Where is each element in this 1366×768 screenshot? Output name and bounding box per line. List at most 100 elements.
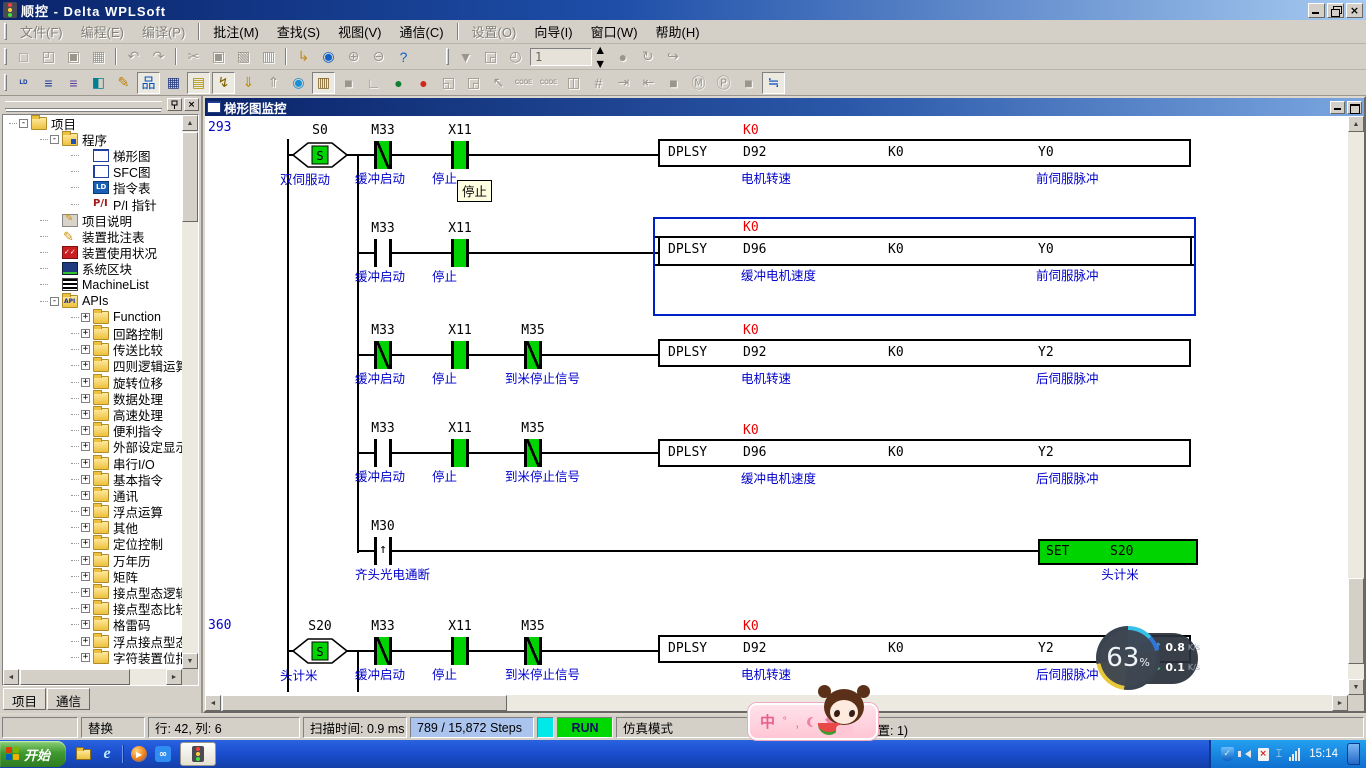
ladder-mode-icon[interactable]: ≡	[37, 72, 60, 94]
stop-monitor-icon[interactable]: ●	[412, 72, 435, 94]
tree-item[interactable]: +其他	[3, 520, 182, 536]
tree-item[interactable]: +定位控制	[3, 536, 182, 552]
help-icon[interactable]: ?	[392, 46, 415, 68]
panel-tab-项目[interactable]: 项目	[3, 688, 46, 710]
menu-program[interactable]: 编程(E)	[72, 19, 133, 44]
tree-item[interactable]: -项目	[3, 115, 182, 131]
edit-corner-icon[interactable]: ∟	[362, 72, 385, 94]
tree-expander-icon[interactable]: +	[81, 442, 90, 451]
scroll-right-icon[interactable]: ►	[1332, 695, 1348, 711]
tree-item[interactable]: +传送比较	[3, 342, 182, 358]
tree-item[interactable]: +接点型态比较指令	[3, 601, 182, 617]
power-plug-icon[interactable]: ⌶	[1276, 748, 1283, 761]
tree-expander-icon[interactable]: +	[81, 637, 90, 646]
child-maximize-button[interactable]	[1347, 101, 1362, 114]
scroll-up-icon[interactable]: ▲	[182, 115, 198, 131]
tree-expander-icon[interactable]: +	[81, 620, 90, 629]
panel-grip[interactable]	[5, 101, 162, 109]
monitor-start-icon[interactable]: ▥	[312, 72, 335, 94]
toolbar-grip[interactable]	[4, 48, 7, 65]
ladder-hscroll-thumb[interactable]	[222, 695, 507, 711]
contact-X11[interactable]	[451, 341, 469, 369]
save-all-icon[interactable]: ▦	[87, 46, 110, 68]
security-alert-icon[interactable]: ×	[1258, 748, 1269, 761]
menu-options[interactable]: 设置(O)	[463, 19, 526, 44]
transfer-setup-icon[interactable]: ◲	[479, 46, 502, 68]
contact-M35[interactable]	[524, 341, 542, 369]
contact-M33[interactable]	[374, 637, 392, 665]
step-contact[interactable]: S	[292, 636, 348, 666]
restore-button[interactable]	[1327, 3, 1344, 18]
spare-1-icon[interactable]: ■	[337, 72, 360, 94]
tree-item[interactable]: 装置批注表	[3, 228, 182, 244]
ladder-monitor-icon[interactable]: ≡	[62, 72, 85, 94]
copy-icon[interactable]: ▣	[207, 46, 230, 68]
tree-expander-icon[interactable]: +	[81, 459, 90, 468]
tree-item[interactable]: +格雷码	[3, 617, 182, 633]
panel-close-icon[interactable]: ×	[184, 98, 199, 111]
tree-item[interactable]: SFC图	[3, 164, 182, 180]
tree-item[interactable]: -APIs	[3, 293, 182, 309]
download-program-icon[interactable]: ⇓	[237, 72, 260, 94]
tree-item[interactable]: +矩阵	[3, 568, 182, 584]
page-number-input[interactable]: 1	[530, 48, 592, 66]
start-button[interactable]: 开始	[0, 741, 66, 767]
undo-icon[interactable]: ↶	[122, 46, 145, 68]
window-cascade-icon[interactable]: ◱	[437, 72, 460, 94]
instruction-block[interactable]	[658, 439, 1191, 467]
align-left-icon[interactable]: ⇥	[612, 72, 635, 94]
contact-M30[interactable]	[374, 537, 392, 565]
scroll-left-icon[interactable]: ◄	[3, 669, 19, 685]
tree-expander-icon[interactable]: +	[81, 491, 90, 500]
contact-X11[interactable]	[451, 239, 469, 267]
tree-expander-icon[interactable]: -	[50, 135, 59, 144]
tree-expander-icon[interactable]: +	[81, 523, 90, 532]
tree-vscrollbar[interactable]: ▲ ▼	[182, 115, 198, 669]
menu-search[interactable]: 查找(S)	[268, 19, 329, 44]
tree-expander-icon[interactable]: +	[81, 475, 90, 484]
tree-item[interactable]: MachineList	[3, 277, 182, 293]
step-contact[interactable]: S	[292, 140, 348, 170]
ime-mode-button[interactable]: 中	[760, 711, 775, 732]
tree-expander-icon[interactable]: +	[81, 653, 90, 662]
upload-program-icon[interactable]: ⇑	[262, 72, 285, 94]
menu-compile[interactable]: 编译(P)	[133, 19, 194, 44]
tree-expander-icon[interactable]: +	[81, 313, 90, 322]
window-tile-icon[interactable]: ◲	[462, 72, 485, 94]
tree-expander-icon[interactable]: +	[81, 394, 90, 403]
tree-expander-icon[interactable]: +	[81, 329, 90, 338]
menubar-grip[interactable]	[4, 23, 7, 40]
tree-expander-icon[interactable]: +	[81, 426, 90, 435]
pin-icon[interactable]	[167, 98, 182, 111]
save-file-icon[interactable]: ▣	[62, 46, 85, 68]
goto-icon[interactable]: ↳	[292, 46, 315, 68]
my-documents-icon[interactable]	[74, 745, 92, 763]
tree-item[interactable]: +高速处理	[3, 406, 182, 422]
scroll-down-icon[interactable]: ▼	[182, 653, 198, 669]
pointer-tool-icon[interactable]: ↖	[487, 72, 510, 94]
panel-tab-通信[interactable]: 通信	[47, 688, 90, 710]
tree-expander-icon[interactable]: +	[81, 604, 90, 613]
device-monitor-icon[interactable]: ◧	[87, 72, 110, 94]
paste-icon[interactable]: ▧	[232, 46, 255, 68]
com-settings-icon[interactable]: ≒	[762, 72, 785, 94]
tree-item[interactable]: +便利指令	[3, 423, 182, 439]
tree-item[interactable]: +四则逻辑运算	[3, 358, 182, 374]
ladder-edit-icon[interactable]: ▤	[187, 72, 210, 94]
contact-X11[interactable]	[451, 637, 469, 665]
network-signal-icon[interactable]	[1289, 748, 1300, 761]
tree-item[interactable]: 指令表	[3, 180, 182, 196]
tree-expander-icon[interactable]: +	[81, 361, 90, 370]
open-file-icon[interactable]: ◰	[37, 46, 60, 68]
toolbar-grip[interactable]	[446, 48, 449, 65]
tree-item[interactable]: +字符装置位指令	[3, 649, 182, 665]
print-icon[interactable]: ▥	[257, 46, 280, 68]
tree-expander-icon[interactable]: -	[19, 119, 28, 128]
tree-item[interactable]: +万年历	[3, 552, 182, 568]
scroll-down-icon[interactable]: ▼	[1348, 679, 1364, 695]
instruction-block[interactable]	[658, 139, 1191, 167]
tree-item[interactable]: 梯形图	[3, 147, 182, 163]
contact-X11[interactable]	[451, 439, 469, 467]
contact-M33[interactable]	[374, 439, 392, 467]
zoom-out-icon[interactable]: ⊖	[367, 46, 390, 68]
